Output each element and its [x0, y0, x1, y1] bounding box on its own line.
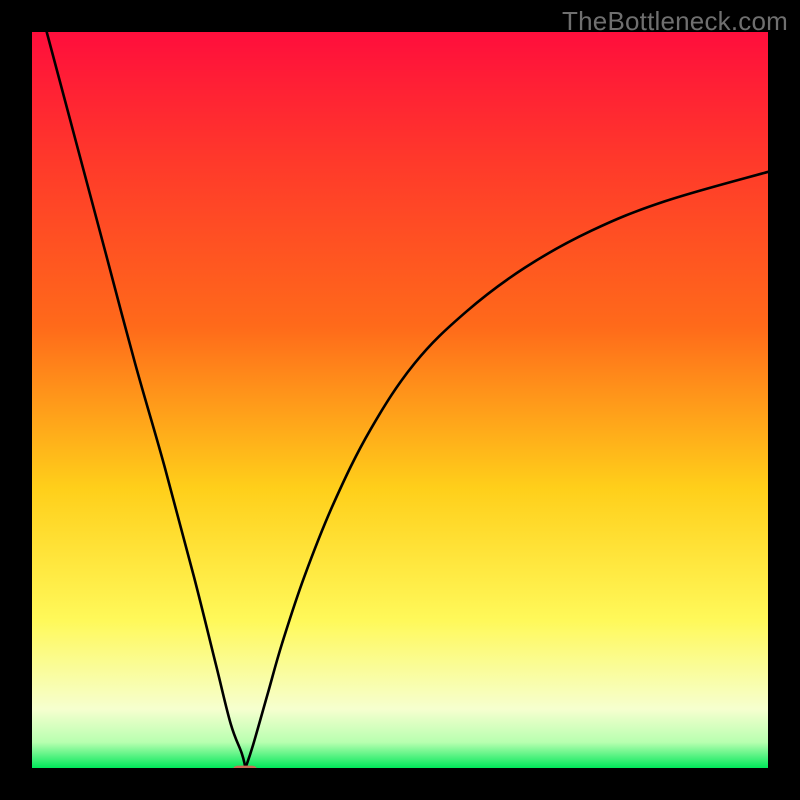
watermark-text: TheBottleneck.com	[562, 6, 788, 37]
chart-frame: TheBottleneck.com	[0, 0, 800, 800]
minimum-marker	[232, 766, 258, 768]
plot-area	[32, 32, 768, 768]
bottleneck-curve	[32, 32, 768, 768]
